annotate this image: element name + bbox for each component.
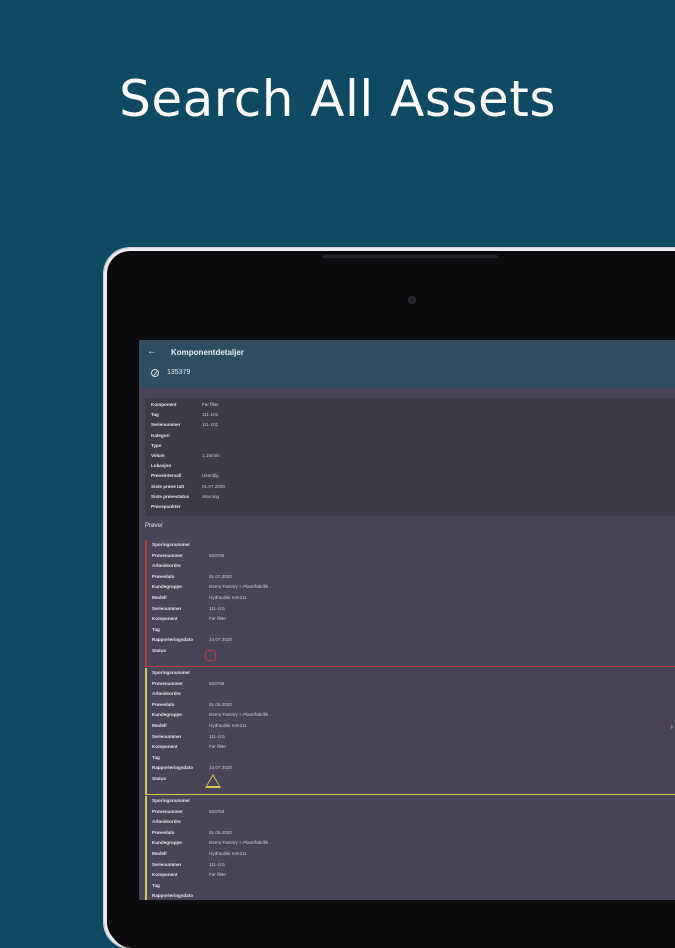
field-value: 01.07.2020 (209, 573, 232, 579)
field-label: Prøvenummer (152, 808, 183, 814)
field-label: Siste prøve tatt (151, 483, 185, 489)
field-label: Lokasjon (151, 463, 172, 469)
tablet-speaker (322, 255, 498, 258)
component-id: 135379 (167, 369, 191, 376)
field-value: 111-101 (209, 733, 226, 739)
field-label: Rapporteringsdato (152, 765, 194, 771)
field-label: Sporingsnummer (152, 670, 191, 675)
field-value: 14.07.2020 (209, 637, 232, 643)
field-value: Far filter (209, 872, 226, 878)
field-label: Serienummer (152, 861, 182, 867)
field-label: Komponent (151, 402, 177, 407)
field-label: Volum (151, 453, 165, 458)
field-label: Tag (151, 412, 159, 418)
field-value: Far filter (209, 744, 226, 750)
field-label: Komponent (152, 744, 178, 750)
error-status-icon (205, 650, 216, 661)
field-label: Komponent (152, 872, 178, 878)
field-label: Tag (152, 882, 160, 888)
field-label: Arbeidsordre (152, 819, 181, 825)
field-label: Tag (152, 626, 160, 632)
field-value: Warning (202, 493, 219, 499)
field-label: Prøvedato (152, 701, 175, 707)
field-value: 01.07.2020 (202, 483, 225, 489)
field-label: Modell (152, 595, 167, 600)
app-bar: ← Komponentdetaljer 135379 (139, 340, 675, 388)
field-label: Prøvenummer (152, 552, 183, 558)
sample-card[interactable]: Sporingsnummer Prøvenummer 920763 Arbeidsor… (145, 796, 675, 900)
field-label: Sporingsnummer (152, 798, 191, 803)
warning-icon (205, 774, 221, 788)
field-label: Arbeidsordre (152, 691, 181, 697)
field-value: 1.15/min (202, 453, 220, 458)
field-value: 920766 (209, 680, 225, 686)
field-label: Sporingsnummer (152, 542, 191, 547)
field-label: Status (152, 648, 167, 653)
field-value: Far filter (202, 402, 219, 407)
field-value: 111-101 (202, 422, 219, 428)
field-label: Serienummer (152, 605, 182, 611)
field-value: Far filter (209, 616, 226, 622)
sample-card[interactable]: Sporingsnummer Prøvenummer 920780 Arbeidsor… (145, 540, 675, 667)
field-label: Prøvedato (152, 829, 175, 835)
component-details-card: Komponent Far filter Tag 111-101 Serienummer… (145, 398, 675, 516)
field-value: Demo Factory > Plant/fabrikk (209, 840, 269, 846)
arrow-left-icon[interactable]: ← (147, 346, 157, 357)
field-value: Hydraulikk rom111 (209, 851, 247, 856)
field-label: Serienummer (152, 733, 182, 739)
field-label: Rapporteringsdato (152, 637, 194, 643)
field-label: Siste prøvestatus (151, 493, 190, 499)
field-label: Prøvenummer (152, 680, 183, 686)
field-label: Prøvepunkter (151, 504, 181, 509)
camera-icon (408, 296, 416, 304)
field-label: Serienummer (151, 422, 181, 428)
field-label: Modell (152, 851, 167, 856)
field-label: Modell (152, 723, 167, 728)
field-label: Rapporteringsdato (152, 893, 194, 899)
field-value: Demo Factory > Plant/fabrikk (209, 712, 269, 718)
field-value: Hydraulikk rom111 (209, 595, 247, 600)
field-label: Status (152, 776, 167, 781)
field-value: 111-101 (202, 412, 219, 418)
chevron-right-icon[interactable]: › (670, 722, 673, 731)
field-label: Arbeidsordre (152, 563, 181, 569)
field-label: Komponent (152, 616, 178, 622)
field-value: 111-101 (209, 861, 226, 867)
field-label: Tag (152, 754, 160, 760)
app-screen: ← Komponentdetaljer 135379 Komponent Far … (139, 340, 675, 900)
field-value: 920780 (209, 552, 225, 558)
field-value: 14.07.2020 (209, 765, 232, 771)
field-value: Demo Factory > Plant/fabrikk (209, 584, 269, 590)
sample-card[interactable]: › Sporingsnummer Prøvenummer 920766 Arbeids… (145, 668, 675, 795)
page-title: Komponentdetaljer (171, 348, 244, 357)
field-label: Kundegruppe (152, 584, 182, 590)
samples-heading: Prøver (145, 523, 163, 529)
field-value: Ukentlig (202, 473, 219, 479)
field-value: 111-101 (209, 605, 226, 611)
field-value: Hydraulikk rom111 (209, 723, 247, 728)
link-icon (151, 369, 159, 377)
field-label: Prøvedato (152, 573, 175, 579)
field-label: Kategori (151, 432, 170, 438)
field-value: 920763 (209, 808, 225, 814)
field-value: 01.05.2020 (209, 829, 232, 835)
field-label: Kundegruppe (152, 840, 182, 846)
field-label: Kundegruppe (152, 712, 182, 718)
field-label: Prøveintervall (151, 473, 182, 479)
field-label: Type (151, 442, 162, 448)
field-value: 01.06.2020 (209, 701, 232, 707)
headline: Search All Assets (119, 70, 556, 128)
